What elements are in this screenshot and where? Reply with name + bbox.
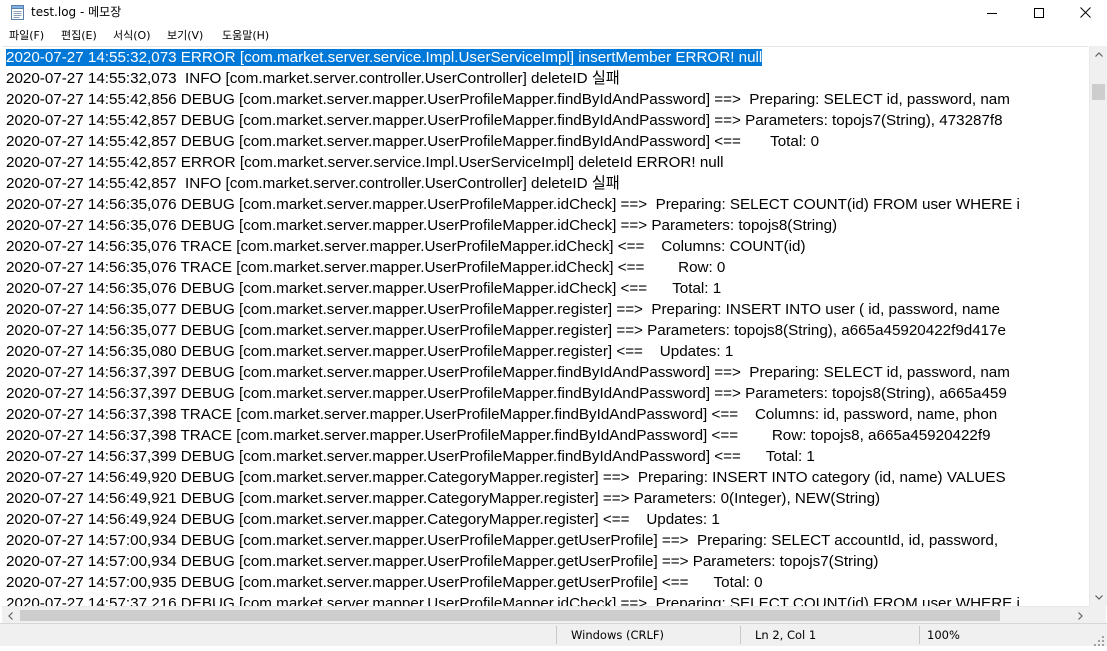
text-line-content: 2020-07-27 14:57:00,934 DEBUG [com.marke… — [6, 532, 999, 549]
text-line: 2020-07-27 14:57:37,216 DEBUG [com.marke… — [2, 593, 1088, 607]
text-line: 2020-07-27 14:55:42,856 DEBUG [com.marke… — [2, 89, 1088, 110]
maximize-icon — [1034, 7, 1044, 18]
text-line-content: 2020-07-27 14:56:35,076 TRACE [com.marke… — [6, 259, 726, 276]
text-line: 2020-07-27 14:56:37,397 DEBUG [com.marke… — [2, 362, 1088, 383]
text-line: 2020-07-27 14:56:35,076 DEBUG [com.marke… — [2, 215, 1088, 236]
text-line: 2020-07-27 14:55:42,857 DEBUG [com.marke… — [2, 110, 1088, 131]
text-line: 2020-07-27 14:57:00,934 DEBUG [com.marke… — [2, 551, 1088, 572]
menu-format[interactable]: 서식(O) — [113, 28, 150, 43]
text-line: 2020-07-27 14:56:49,924 DEBUG [com.marke… — [2, 509, 1088, 530]
text-line-content: 2020-07-27 14:56:35,076 DEBUG [com.marke… — [6, 280, 722, 297]
status-zoom: 100% — [927, 628, 960, 642]
scroll-up-button[interactable] — [1090, 46, 1107, 63]
text-line: 2020-07-27 14:56:35,077 DEBUG [com.marke… — [2, 299, 1088, 320]
status-line-ending: Windows (CRLF) — [571, 628, 665, 642]
text-line: 2020-07-27 14:55:42,857 ERROR [com.marke… — [2, 152, 1088, 173]
scroll-right-button[interactable] — [1072, 607, 1089, 624]
minimize-icon — [987, 12, 997, 14]
title-bar[interactable]: test.log - 메모장 — [0, 0, 1107, 25]
text-line-content: 2020-07-27 14:56:35,077 DEBUG [com.marke… — [6, 301, 1000, 318]
text-line-content: 2020-07-27 14:56:37,397 DEBUG [com.marke… — [6, 385, 1007, 402]
status-bar: Windows (CRLF) Ln 2, Col 1 100% — [0, 623, 1107, 646]
vertical-scrollbar[interactable] — [1089, 46, 1107, 606]
notepad-icon — [11, 5, 24, 20]
text-line: 2020-07-27 14:56:35,076 TRACE [com.marke… — [2, 257, 1088, 278]
text-line: 2020-07-27 14:56:37,398 TRACE [com.marke… — [2, 404, 1088, 425]
vertical-scroll-thumb[interactable] — [1092, 84, 1105, 100]
status-separator — [740, 626, 741, 644]
status-separator — [556, 626, 557, 644]
text-line: 2020-07-27 14:57:00,934 DEBUG [com.marke… — [2, 530, 1088, 551]
text-line: 2020-07-27 14:56:35,076 DEBUG [com.marke… — [2, 278, 1088, 299]
text-line-content: 2020-07-27 14:55:32,073 INFO [com.market… — [6, 70, 620, 87]
text-line: 2020-07-27 14:56:35,076 TRACE [com.marke… — [2, 236, 1088, 257]
text-line-content: 2020-07-27 14:56:49,920 DEBUG [com.marke… — [6, 469, 1006, 486]
text-line-content: 2020-07-27 14:57:00,934 DEBUG [com.marke… — [6, 553, 879, 570]
text-line: 2020-07-27 14:55:32,073 INFO [com.market… — [2, 68, 1088, 89]
text-line-content: 2020-07-27 14:56:35,076 DEBUG [com.marke… — [6, 217, 838, 234]
text-line-content: 2020-07-27 14:55:42,857 INFO [com.market… — [6, 175, 620, 192]
text-line: 2020-07-27 14:56:35,080 DEBUG [com.marke… — [2, 341, 1088, 362]
status-cursor-position: Ln 2, Col 1 — [755, 628, 817, 642]
menu-edit[interactable]: 편집(E) — [61, 28, 97, 43]
text-line-content: 2020-07-27 14:56:35,076 DEBUG [com.marke… — [6, 196, 1020, 213]
text-line: 2020-07-27 14:56:49,921 DEBUG [com.marke… — [2, 488, 1088, 509]
chevron-up-icon — [1094, 52, 1103, 57]
text-line: 2020-07-27 14:55:32,073 ERROR [com.marke… — [2, 47, 1088, 68]
text-line-content: 2020-07-27 14:56:49,924 DEBUG [com.marke… — [6, 511, 720, 528]
menu-file[interactable]: 파일(F) — [9, 28, 44, 43]
text-line-content: 2020-07-27 14:56:35,077 DEBUG [com.marke… — [6, 322, 1006, 339]
text-line: 2020-07-27 14:56:37,398 TRACE [com.marke… — [2, 425, 1088, 446]
text-line-content: 2020-07-27 14:56:37,399 DEBUG [com.marke… — [6, 448, 815, 465]
text-line-content: 2020-07-27 14:57:00,935 DEBUG [com.marke… — [6, 574, 763, 591]
window-title: test.log - 메모장 — [31, 5, 122, 19]
text-line-content: 2020-07-27 14:55:42,857 DEBUG [com.marke… — [6, 133, 820, 150]
text-line-content: 2020-07-27 14:56:37,398 TRACE [com.marke… — [6, 427, 991, 444]
text-line-content: 2020-07-27 14:56:35,076 TRACE [com.marke… — [6, 238, 806, 255]
text-line: 2020-07-27 14:56:49,920 DEBUG [com.marke… — [2, 467, 1088, 488]
menu-bar: 파일(F) 편집(E) 서식(O) 보기(V) 도움말(H) — [0, 25, 1107, 46]
scrollbar-corner — [1089, 606, 1106, 623]
maximize-button[interactable] — [1016, 0, 1062, 25]
text-line: 2020-07-27 14:56:35,076 DEBUG [com.marke… — [2, 194, 1088, 215]
minimize-button[interactable] — [969, 0, 1015, 25]
text-line-content: 2020-07-27 14:56:37,398 TRACE [com.marke… — [6, 406, 998, 423]
text-line: 2020-07-27 14:55:42,857 DEBUG [com.marke… — [2, 131, 1088, 152]
text-line-content: 2020-07-27 14:56:37,397 DEBUG [com.marke… — [6, 364, 1010, 381]
text-content: 2020-07-27 14:55:32,073 ERROR [com.marke… — [2, 47, 1088, 607]
text-line-content: 2020-07-27 14:56:35,080 DEBUG [com.marke… — [6, 343, 734, 360]
text-line: 2020-07-27 14:56:37,397 DEBUG [com.marke… — [2, 383, 1088, 404]
scroll-down-button[interactable] — [1090, 589, 1107, 606]
horizontal-scroll-thumb[interactable] — [20, 610, 1000, 621]
text-line: 2020-07-27 14:56:35,077 DEBUG [com.marke… — [2, 320, 1088, 341]
chevron-down-icon — [1094, 595, 1103, 600]
close-icon — [1079, 7, 1091, 18]
chevron-left-icon — [8, 611, 13, 620]
scroll-left-button[interactable] — [2, 607, 19, 624]
text-line: 2020-07-27 14:56:37,399 DEBUG [com.marke… — [2, 446, 1088, 467]
menu-help[interactable]: 도움말(H) — [222, 28, 269, 43]
text-line-content: 2020-07-27 14:55:42,856 DEBUG [com.marke… — [6, 91, 1010, 108]
text-line-content: 2020-07-27 14:55:42,857 ERROR [com.marke… — [6, 154, 724, 171]
menu-view[interactable]: 보기(V) — [167, 28, 203, 43]
close-button[interactable] — [1062, 0, 1107, 25]
text-editor[interactable]: 2020-07-27 14:55:32,073 ERROR [com.marke… — [2, 46, 1088, 607]
text-line: 2020-07-27 14:55:42,857 INFO [com.market… — [2, 173, 1088, 194]
text-line-content: 2020-07-27 14:55:42,857 DEBUG [com.marke… — [6, 112, 1003, 129]
text-line-content: 2020-07-27 14:56:49,921 DEBUG [com.marke… — [6, 490, 881, 507]
text-line-content: 2020-07-27 14:55:32,073 ERROR [com.marke… — [6, 49, 763, 66]
horizontal-scrollbar[interactable] — [2, 606, 1089, 624]
text-line: 2020-07-27 14:57:00,935 DEBUG [com.marke… — [2, 572, 1088, 593]
chevron-right-icon — [1078, 611, 1083, 620]
resize-grip-icon[interactable] — [1093, 632, 1105, 646]
